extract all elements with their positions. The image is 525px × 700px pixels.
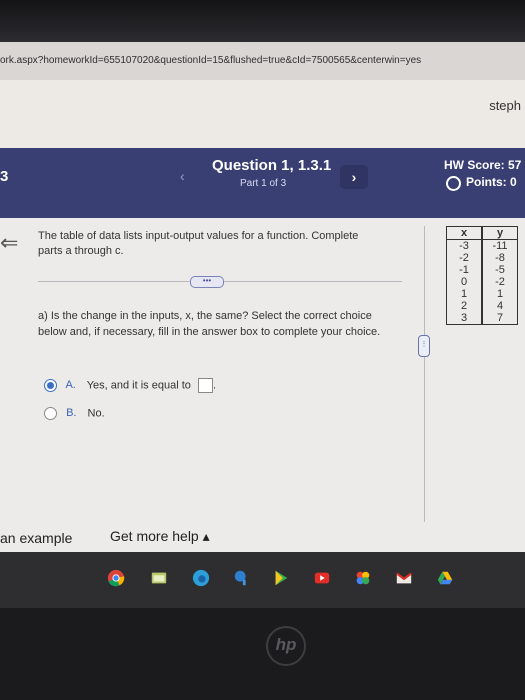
table-cell: 1 (496, 288, 504, 300)
file-explorer-icon[interactable] (150, 569, 168, 587)
choice-text: No. (87, 407, 105, 420)
data-table: x y -3 -11 -2 -8 -1 -5 0 -2 1 1 2 4 3 7 (446, 226, 518, 325)
get-more-help-button[interactable]: Get more help ▴ (110, 528, 210, 545)
question-content: ⇐ The table of data lists input-output v… (0, 218, 525, 552)
play-store-icon[interactable] (272, 569, 290, 587)
table-cell: 4 (496, 300, 504, 312)
gmail-icon[interactable] (395, 569, 413, 587)
left-edge-number: 3 (0, 168, 9, 185)
table-row: -1 -5 (446, 264, 518, 276)
choice-a[interactable]: A. Yes, and it is equal to . (44, 378, 216, 393)
previous-question-icon[interactable]: ‹ (180, 168, 185, 184)
table-header-y: y (482, 226, 518, 240)
hp-logo: hp (266, 626, 306, 666)
laptop-bezel-bottom: hp (0, 608, 525, 700)
address-bar[interactable]: ork.aspx?homeworkId=655107020&questionId… (0, 42, 525, 81)
radio-unselected-icon[interactable] (44, 407, 57, 420)
hw-score: HW Score: 57 (444, 158, 522, 172)
panel-resize-handle[interactable]: ⋮ (418, 335, 430, 357)
next-question-button[interactable]: › (340, 165, 368, 189)
question-header: 3 ‹ Question 1, 1.3.1 Part 1 of 3 › HW S… (0, 148, 525, 218)
table-cell: -5 (495, 264, 505, 276)
expand-more-button[interactable]: ••• (190, 276, 224, 288)
edge-icon[interactable] (192, 569, 210, 587)
table-row: -2 -8 (446, 252, 518, 264)
table-cell: -2 (446, 252, 483, 264)
paint-icon[interactable] (233, 569, 251, 587)
table-header-row: x y (446, 226, 518, 240)
user-name[interactable]: steph (489, 98, 521, 113)
table-header-x: x (446, 226, 483, 240)
choice-b[interactable]: B. No. (44, 407, 105, 420)
question-title: Question 1, 1.3.1 (212, 157, 332, 174)
table-cell: 7 (496, 312, 504, 324)
table-row: 1 1 (446, 288, 518, 300)
table-cell: -2 (495, 276, 505, 288)
table-row: 3 7 (446, 312, 518, 325)
table-cell: -11 (492, 240, 508, 252)
photos-icon[interactable] (354, 569, 372, 587)
screen-bezel-top (0, 0, 525, 42)
table-cell: 3 (446, 312, 483, 325)
table-row: 0 -2 (446, 276, 518, 288)
page-top-bar: steph (0, 80, 525, 148)
table-cell: 0 (446, 276, 483, 288)
points-circle-icon (446, 176, 461, 191)
taskbar-dock (0, 552, 525, 608)
choice-letter: B. (66, 407, 77, 420)
table-row: -3 -11 (446, 239, 518, 252)
part-a-prompt: a) Is the change in the inputs, x, the s… (38, 310, 381, 338)
back-arrow-icon[interactable]: ⇐ (0, 230, 18, 256)
table-cell: -3 (446, 239, 483, 252)
view-example-link[interactable]: an example (0, 530, 72, 546)
points-label: Points: 0 (466, 175, 517, 189)
table-cell: -1 (446, 264, 483, 276)
url-text[interactable]: ork.aspx?homeworkId=655107020&questionId… (0, 55, 421, 66)
table-cell: 2 (446, 300, 483, 312)
part-label: Part 1 of 3 (240, 178, 287, 189)
table-row: 2 4 (446, 300, 518, 312)
table-cell: 1 (446, 288, 483, 300)
youtube-icon[interactable] (313, 569, 331, 587)
question-intro: The table of data lists input-output val… (38, 230, 359, 257)
table-cell: -8 (495, 252, 505, 264)
answer-input-box[interactable] (197, 378, 213, 393)
drive-icon[interactable] (436, 569, 454, 587)
panel-separator (424, 226, 425, 526)
chevron-right-icon: › (351, 169, 357, 185)
choice-text: Yes, and it is equal to (86, 379, 191, 392)
question-footer: an example Get more help ▴ (0, 522, 525, 552)
period: . (212, 379, 217, 392)
choice-letter: A. (65, 379, 76, 392)
chrome-icon[interactable] (107, 569, 125, 587)
radio-selected-icon[interactable] (44, 379, 57, 392)
